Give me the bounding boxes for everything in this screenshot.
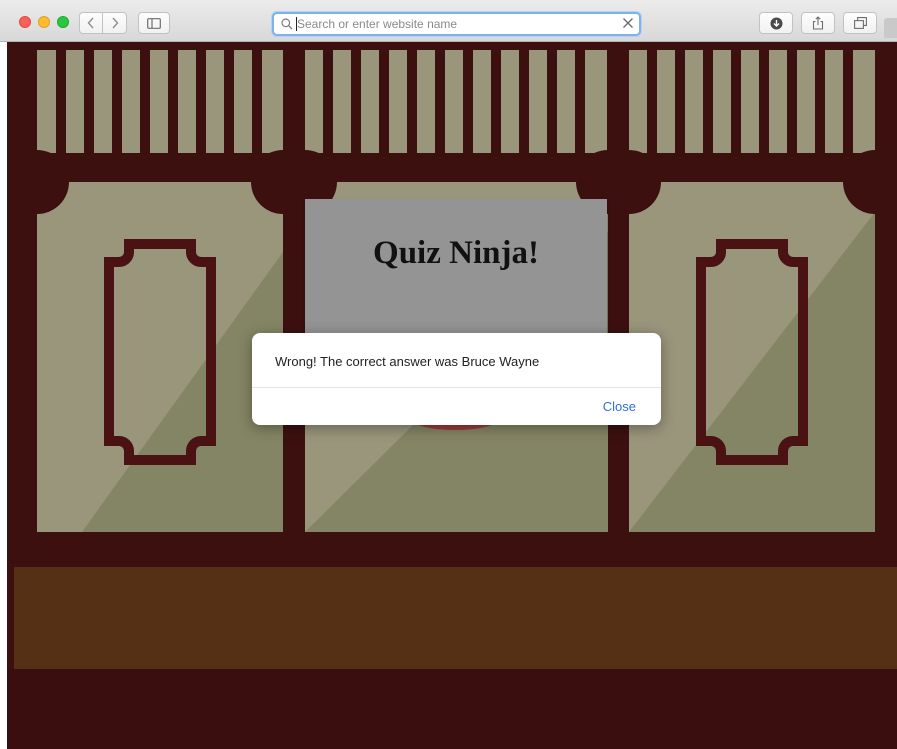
- share-button[interactable]: [801, 12, 835, 34]
- window-minimize-button[interactable]: [38, 16, 50, 28]
- dialog-divider: [252, 387, 661, 388]
- download-icon: [770, 17, 782, 29]
- floor-band: [7, 669, 897, 749]
- clear-icon[interactable]: [622, 17, 634, 29]
- window-close-button[interactable]: [19, 16, 31, 28]
- alert-message: Wrong! The correct answer was Bruce Wayn…: [275, 354, 540, 369]
- show-tabs-button[interactable]: [843, 12, 877, 34]
- search-icon: [281, 18, 293, 30]
- forward-button[interactable]: [103, 12, 127, 34]
- back-button[interactable]: [79, 12, 103, 34]
- browser-toolbar: [0, 0, 897, 42]
- alert-dialog: Wrong! The correct answer was Bruce Wayn…: [252, 333, 661, 425]
- shelf: [14, 567, 897, 669]
- tabs-icon: [853, 17, 867, 29]
- downloads-button[interactable]: [759, 12, 793, 34]
- share-icon: [812, 16, 824, 30]
- sidebar-toggle-button[interactable]: [138, 12, 170, 34]
- address-bar[interactable]: [272, 12, 641, 36]
- chevron-right-icon: [111, 17, 118, 29]
- close-button[interactable]: Close: [603, 399, 636, 414]
- window-zoom-button[interactable]: [57, 16, 69, 28]
- chevron-left-icon: [87, 17, 94, 29]
- address-input[interactable]: [297, 15, 617, 33]
- new-tab-button[interactable]: [884, 18, 897, 38]
- railing: [37, 50, 875, 153]
- page-title: Quiz Ninja!: [373, 235, 539, 271]
- sidebar-icon: [147, 17, 161, 29]
